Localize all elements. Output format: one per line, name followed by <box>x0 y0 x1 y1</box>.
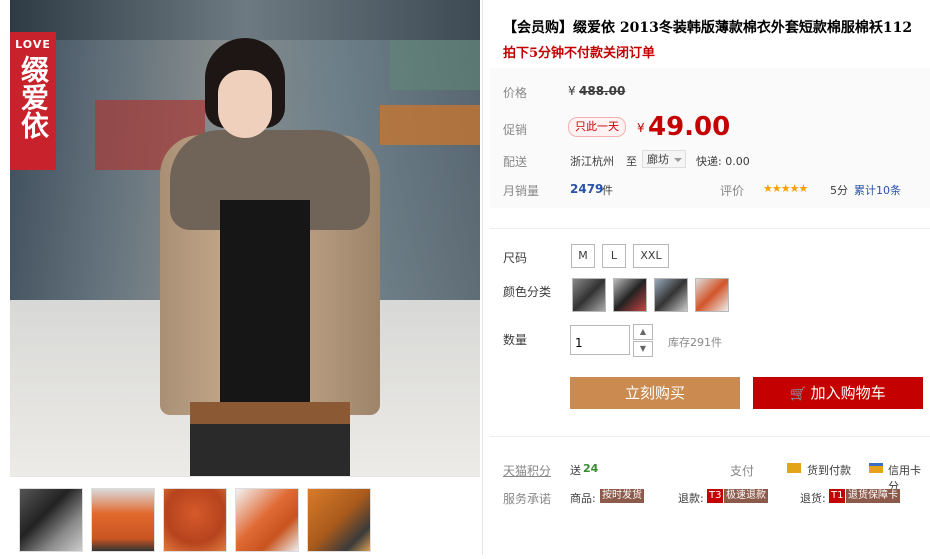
thumbnail-1[interactable] <box>19 488 83 552</box>
delivery-label: 配送 <box>503 155 528 169</box>
payment-label: 支付 <box>730 464 755 478</box>
ship-to-word: 至 <box>626 155 637 168</box>
add-to-cart-button[interactable]: 🛒 加入购物车 <box>753 377 923 409</box>
cod-option: 货到付款 <box>807 464 851 477</box>
points-value: 24 <box>583 462 599 475</box>
return-prefix: 退货: <box>800 492 826 505</box>
credit-card-icon <box>869 463 883 473</box>
return-code-badge: T1 <box>829 489 846 503</box>
size-option-l[interactable]: L <box>602 244 626 268</box>
review-count-link[interactable]: 累计10条 <box>854 182 901 198</box>
size-option-m[interactable]: M <box>571 244 595 268</box>
original-price-currency: ¥ <box>568 84 576 98</box>
monthly-sales-count: 2479 <box>570 182 604 196</box>
brand-logo: LOVE 缀爱依 <box>10 32 56 170</box>
rating-stars-icon: ★★★★★ <box>763 182 808 195</box>
goods-prefix: 商品: <box>570 492 596 505</box>
quantity-label: 数量 <box>503 333 528 347</box>
tmall-points-label[interactable]: 天猫积分 <box>503 462 551 479</box>
size-label: 尺码 <box>503 251 528 265</box>
product-gallery: LOVE 缀爱依 <box>10 0 483 555</box>
refund-prefix: 退款: <box>678 492 704 505</box>
color-option-1[interactable] <box>572 278 606 312</box>
chevron-down-icon <box>674 158 682 162</box>
add-to-cart-label: 加入购物车 <box>810 384 886 402</box>
original-price: 488.00 <box>579 84 626 98</box>
quantity-input[interactable] <box>570 325 630 355</box>
refund-code-badge: T3 <box>707 489 724 503</box>
monthly-sales-unit: 件 <box>602 184 613 197</box>
divider <box>490 228 930 229</box>
color-option-3[interactable] <box>654 278 688 312</box>
thumbnail-4[interactable] <box>235 488 299 552</box>
color-option-4[interactable] <box>695 278 729 312</box>
buy-now-button[interactable]: 立刻购买 <box>570 377 740 409</box>
shipping-fee: 快递: 0.00 <box>696 155 750 168</box>
thumbnail-2[interactable] <box>91 488 155 552</box>
promo-currency: ¥ <box>637 121 645 135</box>
size-option-xxl[interactable]: XXL <box>633 244 669 268</box>
service-promise-label: 服务承诺 <box>503 492 552 506</box>
product-title: 【会员购】缀爱依 2013冬装韩版薄款棉衣外套短款棉服棉袄112 <box>503 20 913 36</box>
destination-select[interactable]: 廊坊 <box>642 150 686 168</box>
quantity-decrease-icon[interactable]: ▼ <box>633 341 653 357</box>
rating-label: 评价 <box>720 184 745 198</box>
thumbnail-5[interactable] <box>307 488 371 552</box>
model-figure <box>150 30 390 476</box>
promo-label: 促销 <box>503 123 528 137</box>
return-guarantee-badge[interactable]: 退货保障卡 <box>846 489 900 503</box>
order-notice: 拍下5分钟不付款关闭订单 <box>503 46 656 61</box>
cod-icon <box>787 463 801 473</box>
monthly-sales-label: 月销量 <box>503 184 540 198</box>
thumbnail-strip <box>10 476 480 557</box>
color-option-2[interactable] <box>613 278 647 312</box>
stock-count: 库存291件 <box>668 336 722 349</box>
cart-icon: 🛒 <box>790 387 807 402</box>
rating-score: 5分 <box>830 184 848 197</box>
promo-price: 49.00 <box>648 112 731 142</box>
promo-badge: 只此一天 <box>568 117 626 137</box>
ship-from: 浙江杭州 <box>570 155 614 168</box>
quantity-increase-icon[interactable]: ▲ <box>633 324 653 340</box>
ontime-delivery-badge[interactable]: 按时发货 <box>600 489 644 503</box>
fast-refund-badge[interactable]: 极速退款 <box>724 489 768 503</box>
color-label: 颜色分类 <box>503 285 552 299</box>
thumbnail-3[interactable] <box>163 488 227 552</box>
destination-value: 廊坊 <box>647 153 669 166</box>
points-text: 送 <box>570 464 581 477</box>
divider <box>490 436 930 437</box>
main-product-image[interactable]: LOVE 缀爱依 <box>10 0 480 476</box>
price-label: 价格 <box>503 86 528 100</box>
